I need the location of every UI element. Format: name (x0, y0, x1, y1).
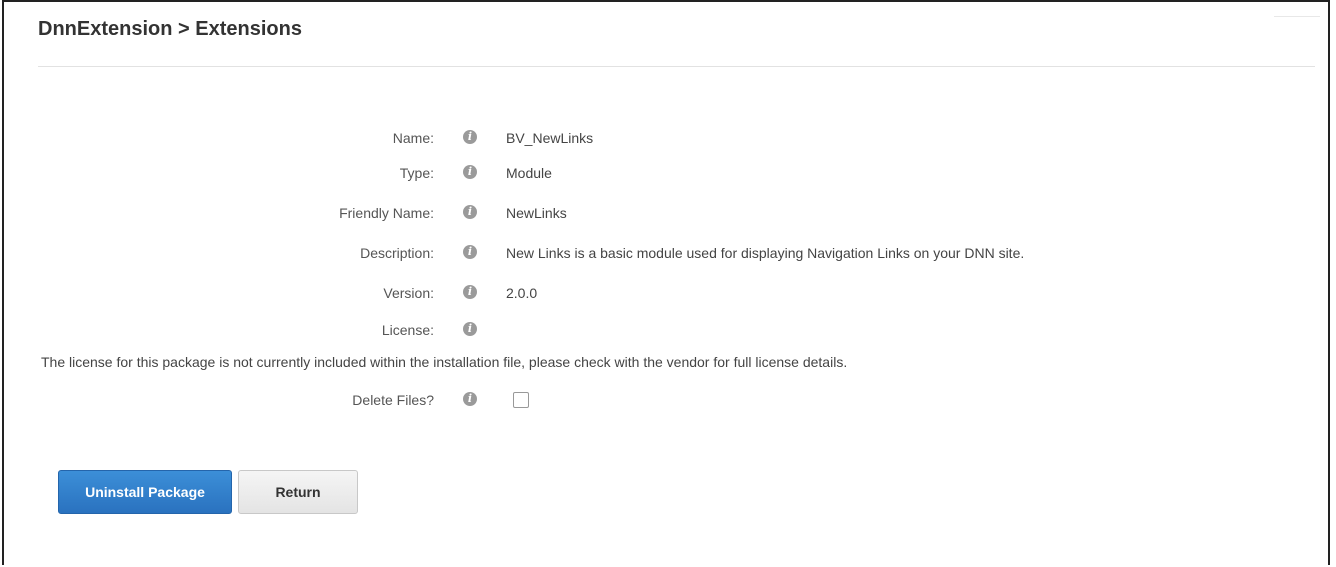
info-icon[interactable]: i (463, 130, 477, 144)
field-value-type: Module (506, 165, 552, 181)
field-label-version: Version: (383, 285, 434, 301)
license-note: The license for this package is not curr… (41, 354, 848, 370)
return-button[interactable]: Return (238, 470, 358, 514)
field-label-friendly-name: Friendly Name: (339, 205, 434, 221)
page-frame: DnnExtension > Extensions Name: i BV_New… (2, 0, 1330, 565)
field-row-description: Description: i New Links is a basic modu… (4, 243, 1304, 265)
page-title: DnnExtension > Extensions (38, 18, 302, 40)
field-row-version: Version: i 2.0.0 (4, 283, 1304, 305)
field-value-friendly-name: NewLinks (506, 205, 567, 221)
field-value-name: BV_NewLinks (506, 130, 594, 146)
field-label-name: Name: (392, 130, 434, 146)
info-icon[interactable]: i (463, 285, 477, 299)
info-icon[interactable]: i (463, 245, 477, 259)
field-value-description: New Links is a basic module used for dis… (506, 245, 1025, 261)
field-value-version: 2.0.0 (506, 285, 538, 301)
field-row-name: Name: i BV_NewLinks (4, 128, 1304, 150)
field-label-type: Type: (399, 165, 434, 181)
uninstall-package-button[interactable]: Uninstall Package (58, 470, 232, 514)
delete-files-checkbox[interactable] (513, 392, 529, 408)
info-icon[interactable]: i (463, 165, 477, 179)
info-icon[interactable]: i (463, 392, 477, 406)
delete-files-label: Delete Files? (352, 392, 434, 408)
info-icon[interactable]: i (463, 322, 477, 336)
divider (1274, 16, 1320, 17)
info-icon[interactable]: i (463, 205, 477, 219)
field-label-description: Description: (360, 245, 434, 261)
field-row-type: Type: i Module (4, 163, 1304, 185)
field-row-delete-files: Delete Files? i (4, 390, 1304, 412)
field-row-license: License: i (4, 320, 1304, 342)
field-row-friendly-name: Friendly Name: i NewLinks (4, 203, 1304, 225)
field-label-license: License: (381, 322, 434, 338)
header-divider (38, 66, 1315, 67)
